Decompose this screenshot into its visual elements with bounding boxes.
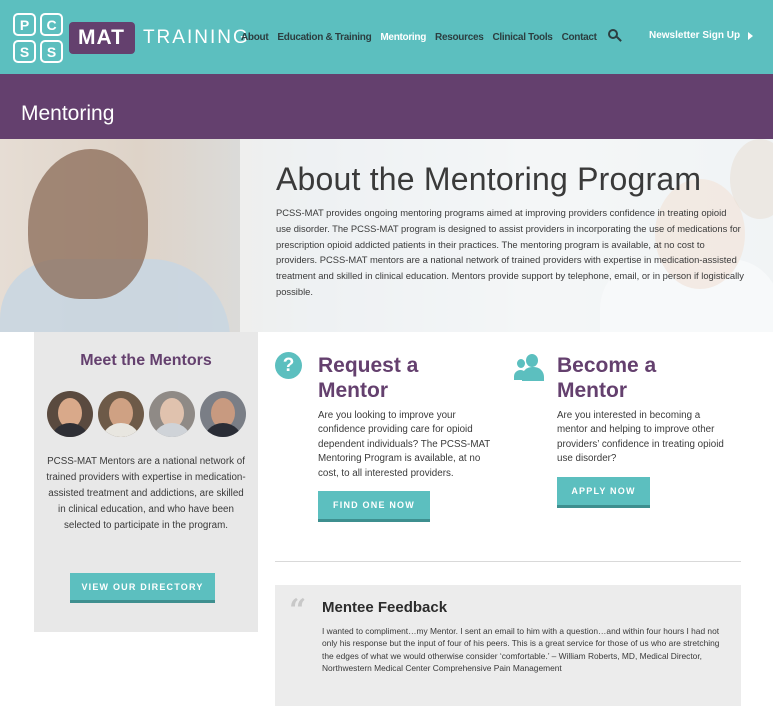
logo-mat: MAT	[69, 22, 135, 54]
logo-grid: P C S S	[13, 13, 63, 63]
page-title: Mentoring	[21, 102, 115, 125]
main-nav: About Education & Training Mentoring Res…	[241, 28, 622, 43]
feedback-heading: Mentee Feedback	[322, 599, 448, 616]
mentors-description: PCSS-MAT Mentors are a national network …	[46, 456, 246, 531]
logo-letter: C	[40, 13, 63, 36]
logo-letter: P	[13, 13, 36, 36]
newsletter-label: Newsletter Sign Up	[649, 30, 741, 41]
apply-now-button[interactable]: APPLY NOW	[557, 477, 650, 508]
people-icon	[513, 354, 547, 382]
nav-clinical-tools[interactable]: Clinical Tools	[493, 32, 553, 43]
logo-letter: S	[13, 40, 36, 63]
nav-about[interactable]: About	[241, 32, 269, 43]
mentee-feedback-box: “ Mentee Feedback I wanted to compliment…	[275, 585, 741, 706]
nav-contact[interactable]: Contact	[562, 32, 597, 43]
hero-photo-figure	[28, 149, 148, 299]
feedback-quote: I wanted to compliment…my Mentor. I sent…	[322, 626, 720, 673]
avatar[interactable]	[98, 391, 144, 437]
logo-letter: S	[40, 40, 63, 63]
page-title-bar: Mentoring	[0, 74, 773, 139]
mentor-avatars	[47, 391, 251, 437]
become-mentor-heading: Become a Mentor	[557, 354, 657, 402]
view-directory-button[interactable]: VIEW OUR DIRECTORY	[70, 573, 215, 603]
logo-training: TRAINING	[142, 27, 250, 48]
quote-icon: “	[289, 593, 307, 628]
nav-resources[interactable]: Resources	[435, 32, 484, 43]
question-icon: ?	[275, 352, 302, 379]
pcss-mat-logo[interactable]: P C S S MAT TRAINING	[13, 13, 250, 63]
avatar[interactable]	[47, 391, 93, 437]
site-header: P C S S MAT TRAINING About Education & T…	[0, 0, 773, 74]
nav-mentoring[interactable]: Mentoring	[380, 32, 426, 43]
become-mentor-body: Are you interested in becoming a mentor …	[557, 410, 724, 465]
find-one-now-button[interactable]: FIND ONE NOW	[318, 491, 430, 522]
caret-right-icon	[748, 31, 754, 40]
avatar[interactable]	[200, 391, 246, 437]
hero-heading: About the Mentoring Program	[276, 161, 702, 197]
nav-education-training[interactable]: Education & Training	[277, 32, 371, 43]
avatar[interactable]	[149, 391, 195, 437]
newsletter-signup-link[interactable]: Newsletter Sign Up	[649, 30, 754, 41]
hero-banner: About the Mentoring Program PCSS-MAT pro…	[0, 139, 773, 332]
search-icon[interactable]	[607, 28, 622, 43]
hero-body: PCSS-MAT provides ongoing mentoring prog…	[276, 207, 744, 297]
request-mentor-body: Are you looking to improve your confiden…	[318, 410, 491, 479]
section-divider	[275, 561, 741, 562]
request-mentor-heading: Request a Mentor	[318, 354, 419, 402]
meet-the-mentors-panel: Meet the Mentors PCSS-MAT Mentors are a …	[34, 332, 258, 632]
mentors-heading: Meet the Mentors	[80, 352, 212, 369]
